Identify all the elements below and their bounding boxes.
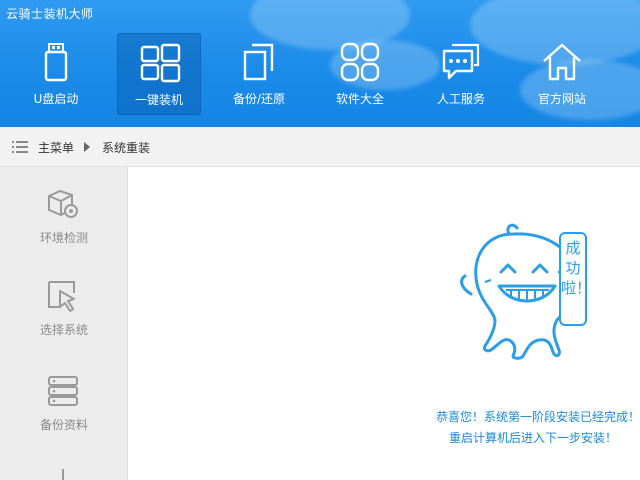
nav-label: 人工服务 xyxy=(436,92,485,106)
nav-label: 官方网站 xyxy=(537,92,586,106)
breadcrumb-current: 系统重装 xyxy=(102,141,151,155)
installer-window: 云骑士装机大师 U盘启动 一键装机 备份/还原 软件大全 人工服务 官方网站 主… xyxy=(0,0,640,480)
cursor-select-icon xyxy=(48,281,75,312)
top-header: 云骑士装机大师 U盘启动 一键装机 备份/还原 软件大全 人工服务 官方网站 xyxy=(0,0,640,127)
mascot-illustration xyxy=(460,223,580,360)
main-content: 成功啦！ 恭喜您！系统第一阶段安装已经完成！ 重启计算机后进入下一步安装！ xyxy=(129,167,640,480)
success-message: 恭喜您！系统第一阶段安装已经完成！ xyxy=(435,410,640,424)
breadcrumb: 主菜单 系统重装 xyxy=(0,127,640,167)
home-icon xyxy=(543,43,581,81)
nav-backup-restore[interactable]: 备份/还原 xyxy=(217,33,301,115)
apps-grid-icon xyxy=(340,42,380,82)
restart-instruction: 重启计算机后进入下一步安装！ xyxy=(448,431,617,445)
nav-label: 备份/还原 xyxy=(232,92,286,106)
chat-bubble-icon xyxy=(442,43,480,80)
sidebar-item-label: 选择系统 xyxy=(39,323,88,337)
menu-list-icon[interactable] xyxy=(12,140,28,154)
sidebar-next-step-icon xyxy=(62,469,64,480)
sidebar-item-select-system: 选择系统 xyxy=(0,279,128,359)
usb-drive-icon xyxy=(44,43,68,82)
sidebar-item-environment-check: 环境检测 xyxy=(0,187,128,267)
app-title: 云骑士装机大师 xyxy=(6,7,94,21)
speech-bubble: 成功啦！ xyxy=(559,232,592,326)
speech-bubble-text: 成功啦！ xyxy=(561,239,592,297)
box-gear-icon xyxy=(48,189,78,218)
nav-label: 软件大全 xyxy=(335,92,384,106)
windows-logo-icon xyxy=(140,43,181,83)
sidebar-item-label: 备份资料 xyxy=(39,418,88,432)
nav-label: 一键装机 xyxy=(134,93,183,107)
nav-label: U盘启动 xyxy=(33,92,79,106)
sidebar-item-label: 环境检测 xyxy=(39,231,88,245)
sidebar: 环境检测 选择系统 备份资料 xyxy=(0,167,128,480)
sidebar-item-backup-data: 备份资料 xyxy=(0,374,128,454)
nav-official-website[interactable]: 官方网站 xyxy=(520,33,604,115)
database-stack-icon xyxy=(48,376,78,406)
nav-usb-boot[interactable]: U盘启动 xyxy=(14,33,98,115)
breadcrumb-arrow-icon xyxy=(84,142,90,152)
breadcrumb-main-menu[interactable]: 主菜单 xyxy=(38,139,74,156)
nav-one-click-install[interactable]: 一键装机 xyxy=(117,33,201,115)
main-nav: U盘启动 一键装机 备份/还原 软件大全 人工服务 官方网站 xyxy=(10,33,640,115)
nav-customer-service[interactable]: 人工服务 xyxy=(419,33,503,115)
backup-copy-icon xyxy=(243,43,274,81)
nav-software-center[interactable]: 软件大全 xyxy=(318,33,402,115)
